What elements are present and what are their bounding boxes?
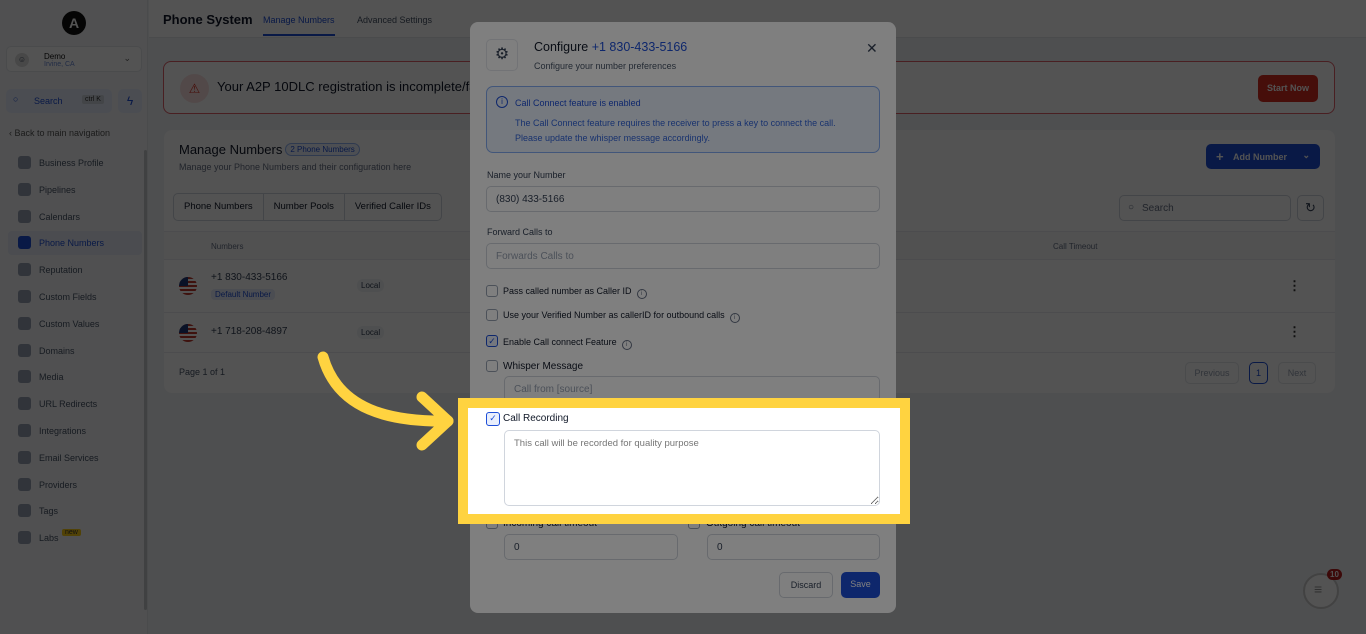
arrow-shaft xyxy=(317,351,454,427)
spotlight-overlay xyxy=(0,0,1366,634)
call-recording-message-input[interactable] xyxy=(504,430,880,506)
call-recording-label: Call Recording xyxy=(503,413,569,424)
call-recording-checkbox[interactable]: ✓ xyxy=(486,412,500,426)
call-recording-highlight: ✓ Call Recording xyxy=(458,398,910,524)
pointer-arrow xyxy=(317,351,454,451)
